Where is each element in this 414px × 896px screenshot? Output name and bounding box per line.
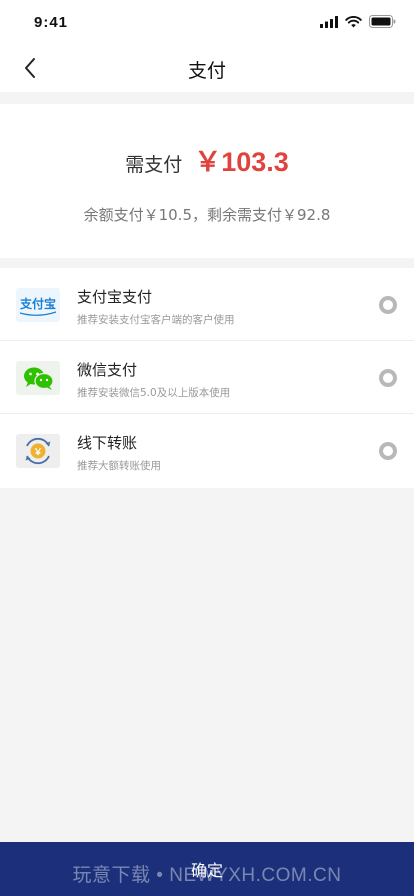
radio-button[interactable] <box>379 442 397 460</box>
status-time: 9:41 <box>34 14 69 31</box>
amount-card: 需支付 ￥103.3 余额支付￥10.5，剩余需支付￥92.8 <box>0 104 414 258</box>
confirm-label: 确定 <box>190 861 223 880</box>
cellular-signal-icon <box>320 15 338 28</box>
status-bar: 9:41 <box>0 0 414 44</box>
radio-button[interactable] <box>379 296 397 314</box>
bank-transfer-icon: ￥ <box>16 434 60 468</box>
payment-method-list: 支付宝 支付宝支付 推荐安装支付宝客户端的客户使用 微信支付 推荐安装微信5.0… <box>0 268 414 488</box>
alipay-icon-text: 支付宝 <box>19 296 56 311</box>
payment-method-alipay[interactable]: 支付宝 支付宝支付 推荐安装支付宝客户端的客户使用 <box>0 268 414 341</box>
method-desc: 推荐安装微信5.0及以上版本使用 <box>77 387 231 399</box>
amount-label: 需支付 <box>125 154 183 176</box>
method-name: 线下转账 <box>77 434 138 452</box>
amount-detail: 余额支付￥10.5，剩余需支付￥92.8 <box>83 206 331 224</box>
amount-line: 需支付 ￥103.3 <box>0 140 414 179</box>
alipay-icon: 支付宝 <box>16 288 60 322</box>
confirm-button[interactable]: 确定 <box>0 842 414 896</box>
page-title: 支付 <box>187 60 226 82</box>
payment-method-offline-transfer[interactable]: ￥ 线下转账 推荐大额转账使用 <box>0 414 414 487</box>
bank-transfer-icon-text: ￥ <box>33 447 42 458</box>
payment-method-wechat[interactable]: 微信支付 推荐安装微信5.0及以上版本使用 <box>0 341 414 414</box>
radio-button[interactable] <box>379 369 397 387</box>
status-icons <box>320 15 396 28</box>
wechat-icon <box>16 361 60 395</box>
method-name: 微信支付 <box>77 361 138 379</box>
method-desc: 推荐安装支付宝客户端的客户使用 <box>77 314 235 326</box>
method-desc: 推荐大额转账使用 <box>77 460 161 472</box>
wifi-icon <box>345 15 362 27</box>
method-name: 支付宝支付 <box>77 288 153 306</box>
amount-value: ￥103.3 <box>194 147 289 177</box>
battery-icon <box>369 15 396 28</box>
navigation-bar: 支付 <box>0 44 414 92</box>
